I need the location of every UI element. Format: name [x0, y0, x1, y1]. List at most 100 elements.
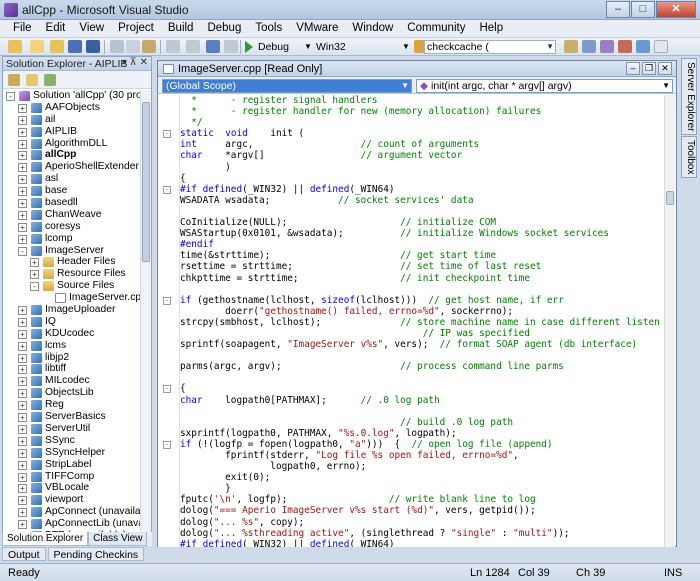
scrollbar-thumb[interactable]	[142, 102, 150, 262]
new-project-icon[interactable]	[8, 40, 22, 53]
code-line[interactable]: char *argv[] // argument vector	[180, 150, 660, 161]
tab-toolbox[interactable]: Toolbox	[681, 136, 697, 179]
code-line[interactable]: dolog("... %sthreading active", (singlet…	[180, 528, 660, 539]
tree-item[interactable]: - ImageServer	[3, 245, 151, 257]
cut-icon[interactable]	[110, 40, 124, 53]
expand-icon[interactable]: +	[18, 317, 27, 327]
properties-icon[interactable]	[582, 40, 596, 53]
menu-view[interactable]: View	[72, 20, 111, 37]
collapse-icon[interactable]: -	[30, 282, 39, 292]
outline-collapse-icon[interactable]: -	[163, 296, 171, 305]
menu-help[interactable]: Help	[472, 20, 510, 37]
code-line[interactable]: - #if defined(_WIN32) || defined(_WIN64)	[163, 184, 660, 195]
save-icon[interactable]	[68, 40, 82, 53]
find-combo[interactable]: checkcache ( ▼	[424, 40, 556, 54]
code-line[interactable]: * - register signal handlers	[180, 95, 660, 106]
menu-window[interactable]: Window	[345, 20, 400, 37]
menu-vmware[interactable]: VMware	[289, 20, 345, 37]
redo-icon[interactable]	[186, 40, 200, 53]
tree-item[interactable]: + SSyncHelper	[3, 447, 151, 459]
expand-icon[interactable]: +	[18, 448, 27, 458]
platform-select[interactable]: Win32	[316, 41, 346, 53]
code-line[interactable]	[180, 372, 660, 383]
tree-item[interactable]: + libjp2	[3, 352, 151, 364]
tree-item[interactable]: + MILcodec	[3, 375, 151, 387]
code-line[interactable]: // IP was specified	[180, 328, 660, 339]
tree-item[interactable]: + IQ	[3, 316, 151, 328]
code-line[interactable]: fputc('\n', logfp); // write blank line …	[180, 494, 660, 505]
code-line[interactable]: - if (!(logfp = fopen(logpath0, "a"))) { …	[163, 439, 660, 450]
expand-icon[interactable]: +	[18, 151, 27, 161]
menu-community[interactable]: Community	[400, 20, 472, 37]
code-line[interactable]: */	[180, 117, 660, 128]
editor-scrollbar[interactable]	[664, 95, 675, 547]
expand-icon[interactable]: +	[18, 115, 27, 125]
tree-item[interactable]: + asl	[3, 173, 151, 185]
code-line[interactable]: dolog("=== Aperio ImageServer v%s start …	[180, 505, 660, 516]
tree-item[interactable]: + KDUcodec	[3, 328, 151, 340]
expand-icon[interactable]: +	[30, 270, 39, 280]
tree-item[interactable]: + StripLabel	[3, 459, 151, 471]
collapse-icon[interactable]: -	[18, 246, 27, 256]
minimize-button[interactable]: –	[606, 1, 630, 18]
menu-debug[interactable]: Debug	[200, 20, 248, 37]
tree-item[interactable]: + viewport	[3, 494, 151, 506]
expand-icon[interactable]: +	[18, 508, 27, 518]
tree-item[interactable]: + libtiff	[3, 363, 151, 375]
object-browser-icon[interactable]	[600, 40, 614, 53]
tree-item[interactable]: + ChanWeave	[3, 209, 151, 221]
code-line[interactable]: }	[180, 483, 660, 494]
navigate-backward-icon[interactable]	[206, 40, 220, 53]
expand-icon[interactable]: +	[18, 401, 27, 411]
collapse-icon[interactable]: -	[6, 92, 15, 101]
code-line[interactable]: sprintf(soapagent, "ImageServer v%s", ve…	[180, 339, 660, 350]
outline-collapse-icon[interactable]: -	[163, 185, 171, 194]
chevron-down-icon[interactable]: ▼	[402, 42, 410, 51]
tree-item[interactable]: + ObjectsLib	[3, 387, 151, 399]
code-line[interactable]: #if defined(_WIN32) || defined(_WIN64)	[180, 539, 660, 547]
tree-item[interactable]: ImageServer.cpp	[3, 292, 151, 304]
properties-icon[interactable]	[8, 74, 20, 86]
start-debugging-icon[interactable]	[245, 41, 253, 53]
tree-item[interactable]: + coresys	[3, 221, 151, 233]
tree-item[interactable]: + base	[3, 185, 151, 197]
menu-project[interactable]: Project	[111, 20, 161, 37]
expand-icon[interactable]: +	[18, 472, 27, 482]
expand-icon[interactable]: +	[18, 460, 27, 470]
expand-icon[interactable]: +	[18, 234, 27, 244]
code-line[interactable]: CoInitialize(NULL); // initialize COM	[180, 217, 660, 228]
tree-item[interactable]: + ServerUtil	[3, 423, 151, 435]
scope-dropdown[interactable]: (Global Scope) ▼	[162, 79, 412, 93]
code-line[interactable]: -{	[163, 383, 660, 394]
function-dropdown[interactable]: ◆ init(int argc, char * argv[] argv) ▼	[416, 79, 673, 93]
toolbox-icon[interactable]	[618, 40, 632, 53]
expand-icon[interactable]: +	[18, 341, 27, 351]
expand-icon[interactable]: +	[18, 306, 27, 316]
editor-restore-button[interactable]: ❐	[642, 62, 656, 75]
tree-item[interactable]: + Header Files	[3, 256, 151, 268]
expand-icon[interactable]: +	[18, 389, 27, 399]
chevron-down-icon[interactable]: ▼	[662, 80, 670, 92]
tree-item[interactable]: + ServerBasics	[3, 411, 151, 423]
code-line[interactable]: char logpath0[PATHMAX]; // .0 log path	[180, 395, 660, 406]
code-line[interactable]: // build .0 log path	[180, 417, 660, 428]
tab-pending-checkins[interactable]: Pending Checkins	[47, 547, 145, 561]
tree-item[interactable]: + TIFFComp	[3, 471, 151, 483]
start-page-icon[interactable]	[636, 40, 650, 53]
tree-item[interactable]: + AlgorithmDLL	[3, 138, 151, 150]
code-line[interactable]: WSADATA wsadata; // socket services' dat…	[180, 195, 660, 206]
tree-item[interactable]: + ImageUploader	[3, 304, 151, 316]
tree-item[interactable]: + ApConnectLib (unavailable)	[3, 518, 151, 530]
editor-minimize-button[interactable]: –	[626, 62, 640, 75]
code-line[interactable]	[180, 350, 660, 361]
code-line[interactable]: sxprintf(logpath0, PATHMAX, "%s.0.log", …	[180, 428, 660, 439]
paste-icon[interactable]	[142, 40, 156, 53]
code-editor[interactable]: * - register signal handlers * - registe…	[158, 95, 664, 547]
code-line[interactable]: WSAStartup(0x0101, &wsadata); // initial…	[180, 228, 660, 239]
tree-item[interactable]: + lcms	[3, 340, 151, 352]
code-line[interactable]: * - register handler for new (memory all…	[180, 106, 660, 117]
outline-collapse-icon[interactable]: -	[163, 130, 171, 139]
expand-icon[interactable]: +	[18, 127, 27, 137]
tab-output[interactable]: Output	[2, 547, 46, 561]
tree-item[interactable]: + basedll	[3, 197, 151, 209]
